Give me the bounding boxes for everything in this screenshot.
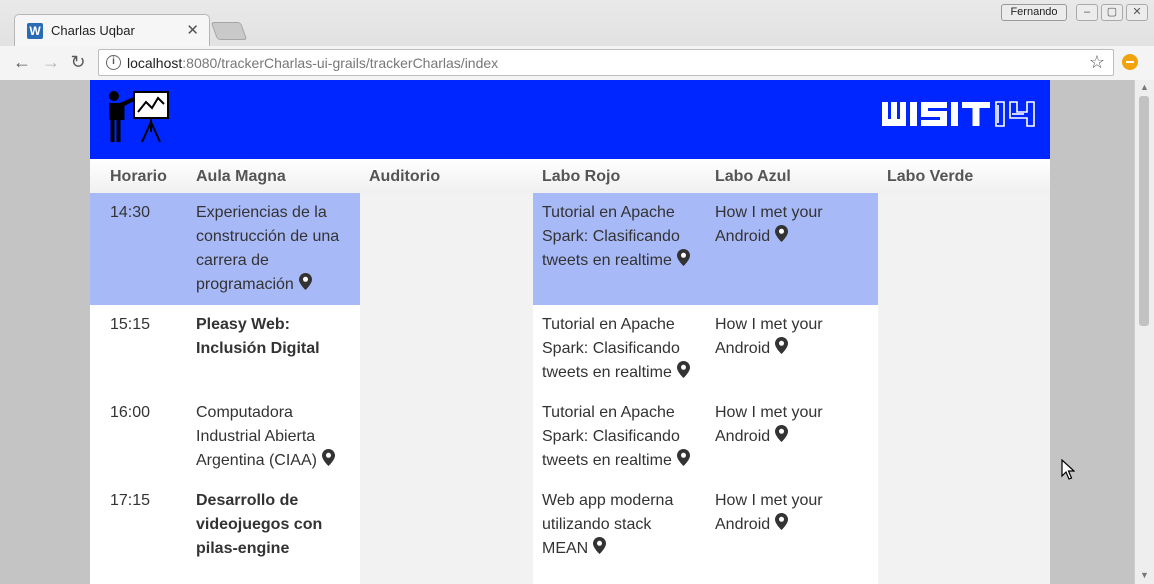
url-text[interactable]: localhost:8080/trackerCharlas-ui-grails/…: [127, 55, 498, 71]
talk-title-line: How I met your: [715, 404, 823, 421]
browser-chrome: W Charlas Uqbar ✕ Fernando – ▢ ✕ ← → ↻ i…: [0, 0, 1154, 80]
talk-title-line: programación: [196, 276, 294, 293]
header-horario: Horario: [110, 168, 167, 185]
map-pin-icon[interactable]: [298, 273, 312, 290]
header-labo-azul: Labo Azul: [715, 168, 791, 185]
wisit-logo: [882, 101, 1035, 127]
map-pin-icon[interactable]: [676, 449, 690, 466]
mouse-cursor-icon: [1061, 459, 1075, 480]
page-container: Horario Aula Magna Auditorio Labo Rojo L…: [90, 80, 1050, 584]
back-arrow-icon[interactable]: ←: [11, 51, 33, 73]
talk-title-line: pilas-engine: [196, 540, 290, 557]
talk-title-line: utilizando stack: [542, 516, 652, 533]
time-cell: 16:00: [110, 404, 151, 421]
header-auditorio: Auditorio: [369, 168, 441, 185]
map-pin-icon[interactable]: [775, 337, 789, 354]
talk-cell[interactable]: Tutorial en Apache Spark: Clasificando t…: [542, 313, 690, 385]
maximize-button[interactable]: ▢: [1101, 4, 1123, 21]
map-pin-icon[interactable]: [676, 361, 690, 378]
talk-title-line: tweets en realtime: [542, 452, 672, 469]
vertical-scrollbar[interactable]: ▲ ▼: [1134, 80, 1154, 584]
talk-cell[interactable]: Pleasy Web: Inclusión Digital: [196, 313, 320, 361]
scrollbar-thumb[interactable]: [1139, 96, 1149, 326]
talk-title-line: videojuegos con: [196, 516, 323, 533]
presenter-icon: [109, 91, 169, 143]
page-viewport: Horario Aula Magna Auditorio Labo Rojo L…: [0, 80, 1134, 584]
tab-title: Charlas Uqbar: [51, 23, 135, 38]
talk-title-line: tweets en realtime: [542, 252, 672, 269]
scroll-up-arrow-icon[interactable]: ▲: [1140, 82, 1149, 92]
talk-title-line: Android: [715, 428, 771, 445]
column-bg-gray: [878, 159, 1050, 584]
map-pin-icon[interactable]: [593, 537, 607, 554]
talk-title-line: Web app moderna: [542, 492, 674, 509]
talk-title-line: carrera de: [196, 252, 269, 269]
talk-title-line: Experiencias de la: [196, 204, 327, 221]
talk-cell[interactable]: How I met your Android: [715, 313, 823, 361]
reload-icon[interactable]: ↻: [67, 51, 89, 73]
talk-cell[interactable]: Tutorial en Apache Spark: Clasificando t…: [542, 401, 690, 473]
tab-close-icon[interactable]: ✕: [186, 21, 199, 39]
table-header: Horario Aula Magna Auditorio Labo Rojo L…: [90, 159, 1050, 193]
map-pin-icon[interactable]: [775, 513, 789, 530]
talk-cell[interactable]: Computadora Industrial Abierta Argentina…: [196, 401, 335, 473]
talk-cell[interactable]: Web app moderna utilizando stack MEAN: [542, 489, 673, 561]
map-pin-icon[interactable]: [775, 225, 789, 242]
talk-cell[interactable]: How I met your Android: [715, 201, 823, 249]
talk-title-line: Argentina (CIAA): [196, 452, 317, 469]
minimize-button[interactable]: –: [1076, 4, 1098, 21]
map-pin-icon[interactable]: [676, 249, 690, 266]
new-tab-button[interactable]: [210, 22, 248, 40]
window-close-button[interactable]: ✕: [1126, 4, 1148, 21]
talk-title-line: Spark: Clasificando: [542, 428, 680, 445]
talk-title-line: How I met your: [715, 316, 823, 333]
talk-title-line: Android: [715, 516, 771, 533]
address-bar[interactable]: i localhost:8080/trackerCharlas-ui-grail…: [98, 49, 1114, 76]
talk-title-line: Spark: Clasificando: [542, 228, 680, 245]
header-aula-magna: Aula Magna: [196, 168, 286, 185]
header-labo-rojo: Labo Rojo: [542, 168, 621, 185]
map-pin-icon[interactable]: [321, 449, 335, 466]
talk-title-line: Tutorial en Apache: [542, 316, 675, 333]
browser-tab[interactable]: W Charlas Uqbar ✕: [14, 14, 210, 46]
talk-title-line: Pleasy Web:: [196, 316, 290, 333]
profile-button[interactable]: Fernando: [1001, 4, 1067, 21]
time-cell: 15:15: [110, 316, 151, 333]
talk-title-line: Computadora: [196, 404, 293, 421]
talk-title-line: MEAN: [542, 540, 589, 557]
talk-cell[interactable]: How I met your Android: [715, 489, 823, 537]
talk-title-line: Spark: Clasificando: [542, 340, 680, 357]
scroll-down-arrow-icon[interactable]: ▼: [1140, 570, 1149, 580]
column-bg-gray: [360, 159, 533, 584]
extension-icon[interactable]: [1122, 54, 1138, 70]
talk-cell[interactable]: Tutorial en Apache Spark: Clasificando t…: [542, 201, 690, 273]
time-cell: 17:15: [110, 492, 151, 509]
talk-title-line: How I met your: [715, 204, 823, 221]
talk-cell[interactable]: Desarrollo de videojuegos con pilas-engi…: [196, 489, 322, 561]
time-cell: 14:30: [110, 204, 151, 221]
info-icon[interactable]: i: [106, 55, 121, 70]
talk-title-line: construcción de una: [196, 228, 340, 245]
talk-title-line: tweets en realtime: [542, 364, 672, 381]
map-pin-icon[interactable]: [775, 425, 789, 442]
talk-title-line: How I met your: [715, 492, 823, 509]
talk-title-line: Android: [715, 340, 771, 357]
talk-cell[interactable]: Experiencias de la construcción de una c…: [196, 201, 339, 297]
url-host: localhost: [127, 55, 183, 71]
talk-title-line: Industrial Abierta: [196, 428, 316, 445]
schedule-table: Horario Aula Magna Auditorio Labo Rojo L…: [90, 159, 1050, 584]
talk-cell[interactable]: How I met your Android: [715, 401, 823, 449]
talk-title-line: Tutorial en Apache: [542, 204, 675, 221]
header-banner: [90, 80, 1050, 159]
browser-toolbar: ← → ↻ i localhost:8080/trackerCharlas-ui…: [0, 46, 1154, 80]
talk-title-line: Tutorial en Apache: [542, 404, 675, 421]
bookmark-star-icon[interactable]: ☆: [1089, 52, 1105, 73]
forward-arrow-icon[interactable]: →: [40, 51, 62, 73]
talk-title-line: Desarrollo de: [196, 492, 299, 509]
talk-title-line: Android: [715, 228, 771, 245]
talk-title-line: Inclusión Digital: [196, 340, 320, 357]
header-labo-verde: Labo Verde: [887, 168, 974, 185]
url-path: :8080/trackerCharlas-ui-grails/trackerCh…: [182, 55, 499, 71]
tab-favicon-icon: W: [27, 23, 43, 39]
